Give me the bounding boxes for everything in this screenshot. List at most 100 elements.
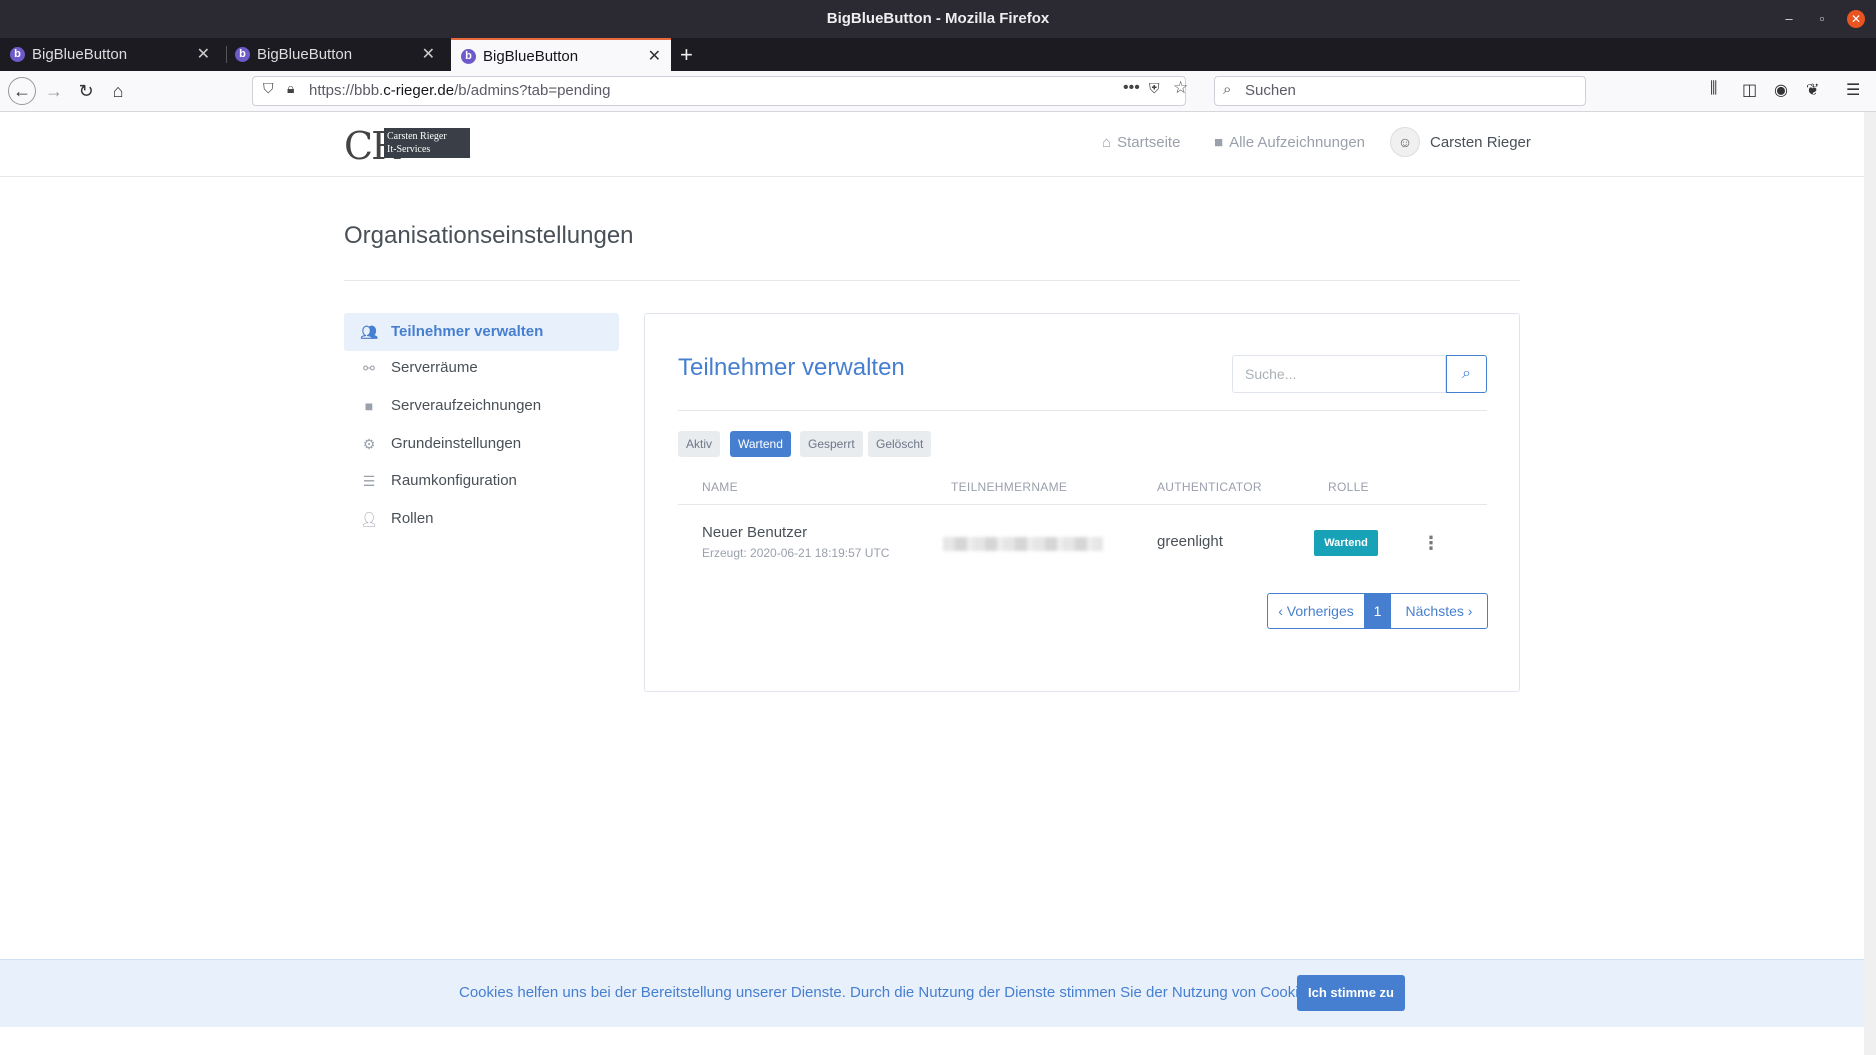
role-badge: Wartend [1314, 530, 1378, 556]
site-header: CR Carsten Rieger It-Services ⌂ Startseit… [0, 112, 1864, 177]
library-icon[interactable]: ⫼ [1710, 80, 1717, 98]
search-placeholder: Suchen [1245, 82, 1296, 99]
sidebar-item-label: Rollen [391, 510, 434, 527]
cookie-consent-bar: Cookies helfen uns bei der Bereitstellun… [0, 959, 1864, 1027]
divider [344, 280, 1520, 281]
bookmark-star-icon[interactable]: ☆ [1173, 78, 1188, 98]
user-tag-icon: 👤︎ [360, 511, 378, 527]
logo-text-box: Carsten Rieger It-Services [384, 128, 470, 158]
sidebar-item-serveraufzeichnungen[interactable]: ■ Serveraufzeichnungen [344, 387, 619, 425]
home-icon[interactable]: ⌂ [106, 79, 130, 103]
page-scrollbar[interactable] [1864, 112, 1876, 1055]
sidebar-item-rollen[interactable]: 👤︎ Rollen [344, 500, 619, 538]
browser-search-field[interactable]: ⌕ Suchen [1214, 76, 1586, 106]
sidebar-toggle-icon[interactable]: ◫ [1742, 80, 1757, 100]
card-title: Teilnehmer verwalten [678, 354, 905, 381]
video-icon: ■ [364, 398, 374, 414]
filter-aktiv[interactable]: Aktiv [678, 431, 721, 457]
binoculars-icon: ⚯ [363, 360, 375, 376]
new-tab-plus-icon[interactable]: + [680, 38, 693, 71]
web-page: CR Carsten Rieger It-Services ⌂ Startseit… [0, 112, 1864, 1055]
user-authenticator: greenlight [1157, 533, 1223, 550]
nav-link-startseite[interactable]: ⌂ Startseite [1102, 134, 1180, 151]
tracking-shield-icon[interactable]: ⛉ [263, 80, 274, 97]
navigation-toolbar: ← → ↻ ⌂ ⛉ 🔒︎ https://bbb.c-rieger.de/b/a… [0, 71, 1876, 112]
browser-tab-3-active[interactable]: b BigBlueButton ✕ [451, 38, 671, 71]
tab-strip: b BigBlueButton ✕ b BigBlueButton ✕ b Bi… [0, 38, 1876, 71]
close-window-button[interactable]: ✕ [1847, 10, 1865, 28]
back-arrow-icon[interactable]: ← [8, 77, 36, 105]
pocket-icon[interactable]: ⛨ [1149, 80, 1160, 97]
nav-link-alle-aufzeichnungen[interactable]: ■ Alle Aufzeichnungen [1214, 134, 1365, 151]
divider [678, 504, 1487, 505]
column-header-teilnehmername: TEILNEHMERNAME [951, 480, 1068, 494]
pagination-page-1[interactable]: 1 [1364, 593, 1391, 629]
sliders-icon: ☰ [362, 473, 376, 489]
home-icon: ⌂ [1102, 134, 1112, 151]
cookie-consent-text: Cookies helfen uns bei der Bereitstellun… [459, 984, 1339, 1001]
hamburger-menu-icon[interactable]: ☰ [1846, 80, 1860, 100]
user-search-button[interactable]: ⌕ [1446, 355, 1487, 393]
forward-arrow-icon[interactable]: → [42, 79, 66, 103]
tab-close-icon[interactable]: ✕ [422, 38, 435, 71]
sidebar-item-label: Serverräume [391, 359, 478, 376]
browser-tab-1[interactable]: b BigBlueButton ✕ [0, 38, 220, 71]
user-name: Neuer Benutzer [702, 524, 808, 541]
user-created-date: Erzeugt: 2020-06-21 18:19:57 UTC [702, 546, 890, 560]
browser-tab-2[interactable]: b BigBlueButton ✕ [225, 38, 445, 71]
sidebar-item-label: Raumkonfiguration [391, 472, 517, 489]
tab-label: BigBlueButton [257, 46, 353, 63]
search-icon: ⌕ [1223, 81, 1232, 98]
search-icon: ⌕ [1462, 365, 1471, 382]
filter-geloescht[interactable]: Gelöscht [868, 431, 932, 457]
pagination-previous[interactable]: ‹ Vorheriges [1267, 593, 1365, 629]
column-header-rolle: ROLLE [1328, 480, 1369, 494]
tab-label: BigBlueButton [32, 46, 128, 63]
user-menu-name[interactable]: Carsten Rieger [1430, 134, 1531, 151]
sidebar-item-label: Serveraufzeichnungen [391, 397, 542, 414]
nav-link-label: Alle Aufzeichnungen [1229, 134, 1365, 151]
row-actions-kebab-icon[interactable]: ⋮ [1422, 528, 1440, 558]
sidebar-item-raumkonfiguration[interactable]: ☰ Raumkonfiguration [344, 462, 619, 500]
bigbluebutton-favicon-icon: b [235, 47, 250, 62]
minimize-button[interactable]: – [1780, 10, 1798, 28]
sidebar-item-grundeinstellungen[interactable]: ⚙ Grundeinstellungen [344, 425, 619, 463]
page-title: Organisationseinstellungen [344, 222, 634, 249]
tab-close-icon[interactable]: ✕ [197, 38, 210, 71]
user-avatar[interactable]: ☺ [1390, 127, 1420, 157]
filter-gesperrt[interactable]: Gesperrt [800, 431, 863, 457]
reload-icon[interactable]: ↻ [74, 79, 98, 103]
sidebar-item-label: Grundeinstellungen [391, 435, 522, 452]
logo-line-2: It-Services [387, 144, 431, 155]
column-header-authenticator: AUTHENTICATOR [1157, 480, 1262, 494]
maximize-button[interactable]: ▫ [1813, 10, 1831, 28]
page-actions-ellipsis-icon[interactable]: ••• [1123, 79, 1140, 97]
window-titlebar: BigBlueButton - Mozilla Firefox – ▫ ✕ [0, 0, 1876, 38]
url-text[interactable]: https://bbb.c-rieger.de/b/admins?tab=pen… [309, 77, 610, 105]
cookie-accept-button[interactable]: Ich stimme zu [1297, 975, 1405, 1011]
logo-line-1: Carsten Rieger [387, 131, 447, 142]
sidebar-item-label: Teilnehmer verwalten [391, 323, 544, 340]
bigbluebutton-favicon-icon: b [461, 49, 476, 64]
users-icon: 👥︎ [360, 324, 378, 340]
nav-link-label: Startseite [1117, 134, 1181, 151]
tab-label: BigBlueButton [483, 48, 579, 65]
video-icon: ■ [1214, 134, 1224, 151]
account-icon[interactable]: ◉ [1774, 80, 1788, 100]
manage-users-card: Teilnehmer verwalten Suche... ⌕ Aktiv Wa… [644, 313, 1520, 692]
bigbluebutton-favicon-icon: b [10, 47, 25, 62]
window-title: BigBlueButton - Mozilla Firefox [826, 10, 1050, 27]
url-bar[interactable]: ⛉ 🔒︎ https://bbb.c-rieger.de/b/admins?ta… [252, 76, 1188, 106]
extension-icon[interactable]: ❦ [1806, 80, 1819, 100]
pagination-next[interactable]: Nächstes › [1390, 593, 1488, 629]
gears-icon: ⚙ [362, 436, 376, 452]
lock-icon[interactable]: 🔒︎ [287, 80, 294, 97]
sidebar-item-teilnehmer-verwalten[interactable]: 👥︎ Teilnehmer verwalten [344, 313, 619, 351]
tab-close-icon[interactable]: ✕ [648, 40, 661, 73]
username-redacted [943, 537, 1103, 551]
column-header-name: NAME [702, 480, 738, 494]
user-search-input[interactable]: Suche... [1232, 355, 1446, 393]
divider [678, 410, 1487, 411]
sidebar-item-serverraeume[interactable]: ⚯ Serverräume [344, 349, 619, 387]
filter-wartend[interactable]: Wartend [730, 431, 791, 457]
